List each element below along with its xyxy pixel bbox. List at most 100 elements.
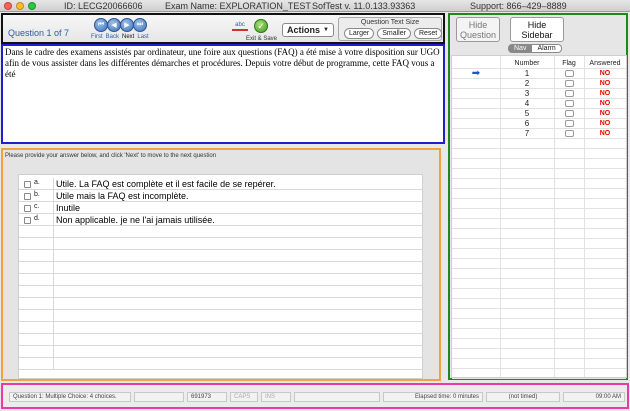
answered-status: NO — [599, 130, 611, 137]
nav-row-question-5[interactable]: 5 NO — [452, 109, 626, 119]
column-header-flag: Flag — [562, 60, 576, 67]
empty-nav-row — [452, 159, 626, 169]
empty-answer-row — [19, 358, 422, 370]
answer-choice-a[interactable]: a. Utile. La FAQ est complète et il est f… — [19, 178, 422, 190]
answer-choice-c[interactable]: c. Inutile — [19, 202, 422, 214]
hide-sidebar-button[interactable]: Hide Sidebar — [510, 17, 564, 42]
empty-nav-row — [452, 249, 626, 259]
answered-status: NO — [599, 110, 611, 117]
nav-row-question-1[interactable]: ➡ 1 NO — [452, 69, 626, 79]
sidebar-tabs: Nav Alarm — [508, 44, 562, 53]
empty-answer-row — [19, 250, 422, 262]
empty-answer-row — [19, 226, 422, 238]
arrow-right-icon: ➡ — [471, 68, 481, 79]
question-number[interactable]: 5 — [500, 109, 554, 119]
empty-answer-row — [19, 322, 422, 334]
tab-alarm[interactable]: Alarm — [532, 44, 562, 53]
flag-checkbox[interactable] — [564, 130, 574, 137]
nav-row-question-6[interactable]: 6 NO — [452, 119, 626, 129]
exit-save-label[interactable]: Exit & Save — [246, 36, 277, 42]
back-label[interactable]: Back — [106, 34, 119, 40]
hide-question-button[interactable]: Hide Question — [456, 17, 500, 42]
question-number[interactable]: 4 — [500, 99, 554, 109]
status-count: 691973 — [187, 392, 227, 402]
close-window-button[interactable] — [4, 1, 12, 10]
hide-question-label: Hide Question — [459, 20, 497, 40]
column-header-answered: Answered — [589, 60, 621, 67]
empty-nav-row — [452, 279, 626, 289]
flag-checkbox[interactable] — [564, 70, 574, 77]
empty-nav-row — [452, 269, 626, 279]
empty-nav-row — [452, 239, 626, 249]
ins-indicator: INS — [261, 392, 291, 402]
zoom-window-button[interactable] — [28, 1, 36, 10]
exit-save-icon[interactable]: ✓ — [254, 19, 268, 33]
smaller-text-button[interactable]: Smaller — [377, 28, 411, 39]
flag-checkbox[interactable] — [564, 110, 574, 117]
next-label[interactable]: Next — [122, 34, 134, 40]
answer-letter: c. — [34, 203, 40, 210]
answer-panel: Please provide your answer below, and cl… — [1, 148, 441, 381]
answer-checkbox[interactable] — [24, 193, 31, 200]
answer-text[interactable]: Utile mais la FAQ est incomplète. — [56, 190, 189, 202]
support-phone: Support: 866–429–8889 — [470, 1, 567, 11]
question-nav-table: Number Flag Answered ➡ 1 NO 2 NO 3 NO 4 NO 5 NO 6 NO 7 NO — [451, 55, 627, 379]
window-titlebar: ID: LECG20066606 Exam Name: EXPLORATION_… — [0, 0, 630, 12]
next-icon[interactable]: ▶ — [120, 18, 134, 32]
empty-nav-row — [452, 369, 626, 379]
reset-text-button[interactable]: Reset — [413, 28, 443, 39]
question-number[interactable]: 3 — [500, 89, 554, 99]
nav-row-question-4[interactable]: 4 NO — [452, 99, 626, 109]
empty-nav-row — [452, 259, 626, 269]
answer-choice-b[interactable]: b. Utile mais la FAQ est incomplète. — [19, 190, 422, 202]
empty-answer-row — [19, 286, 422, 298]
answer-choice-d[interactable]: d. Non applicable. je ne l'ai jamais util… — [19, 214, 422, 226]
empty-answer-row — [19, 262, 422, 274]
first-icon[interactable]: ⏮ — [94, 18, 108, 32]
answered-status: NO — [599, 90, 611, 97]
minimize-window-button[interactable] — [16, 1, 24, 10]
empty-nav-row — [452, 359, 626, 369]
actions-dropdown[interactable]: Actions ▼ — [282, 23, 334, 37]
sidebar: Hide Question Hide Sidebar Nav Alarm Num… — [448, 13, 628, 380]
question-number[interactable]: 7 — [500, 129, 554, 139]
nav-row-question-3[interactable]: 3 NO — [452, 89, 626, 99]
flag-checkbox[interactable] — [564, 120, 574, 127]
back-icon[interactable]: ◀ — [107, 18, 121, 32]
elapsed-time: Elapsed time: 0 minutes — [383, 392, 483, 402]
empty-nav-row — [452, 329, 626, 339]
empty-nav-row — [452, 339, 626, 349]
question-number[interactable]: 2 — [500, 79, 554, 89]
empty-nav-row — [452, 169, 626, 179]
first-label[interactable]: First — [91, 34, 103, 40]
last-icon[interactable]: ⏭ — [133, 18, 147, 32]
empty-nav-row — [452, 229, 626, 239]
tab-nav[interactable]: Nav — [508, 44, 533, 53]
student-id: ID: LECG20066606 — [64, 1, 143, 11]
answer-choices-list: a. Utile. La FAQ est complète et il est f… — [18, 174, 423, 379]
answer-checkbox[interactable] — [24, 181, 31, 188]
nav-row-question-7[interactable]: 7 NO — [452, 129, 626, 139]
answer-letter: d. — [34, 215, 40, 222]
flag-checkbox[interactable] — [564, 100, 574, 107]
answer-text[interactable]: Utile. La FAQ est complète et il est fac… — [56, 178, 276, 190]
exam-name: Exam Name: EXPLORATION_TEST — [165, 1, 311, 11]
chevron-down-icon: ▼ — [323, 27, 329, 33]
question-number[interactable]: 6 — [500, 119, 554, 129]
question-type-status: Question 1: Multiple Choice: 4 choices. — [9, 392, 131, 402]
larger-text-button[interactable]: Larger — [344, 28, 375, 39]
empty-nav-row — [452, 199, 626, 209]
answer-checkbox[interactable] — [24, 205, 31, 212]
answer-checkbox[interactable] — [24, 217, 31, 224]
last-label[interactable]: Last — [137, 34, 148, 40]
nav-row-question-2[interactable]: 2 NO — [452, 79, 626, 89]
software-version: SofTest v. 11.0.133.93363 — [312, 1, 416, 11]
flag-checkbox[interactable] — [564, 90, 574, 97]
answer-text[interactable]: Non applicable. je ne l'ai jamais utilis… — [56, 214, 215, 226]
question-text: Dans le cadre des examens assistés par o… — [5, 47, 440, 79]
question-number[interactable]: 1 — [500, 69, 554, 79]
flag-checkbox[interactable] — [564, 80, 574, 87]
spellcheck-icon[interactable]: abc — [232, 21, 248, 31]
answer-text[interactable]: Inutile — [56, 202, 80, 214]
caps-indicator: CAPS — [230, 392, 258, 402]
